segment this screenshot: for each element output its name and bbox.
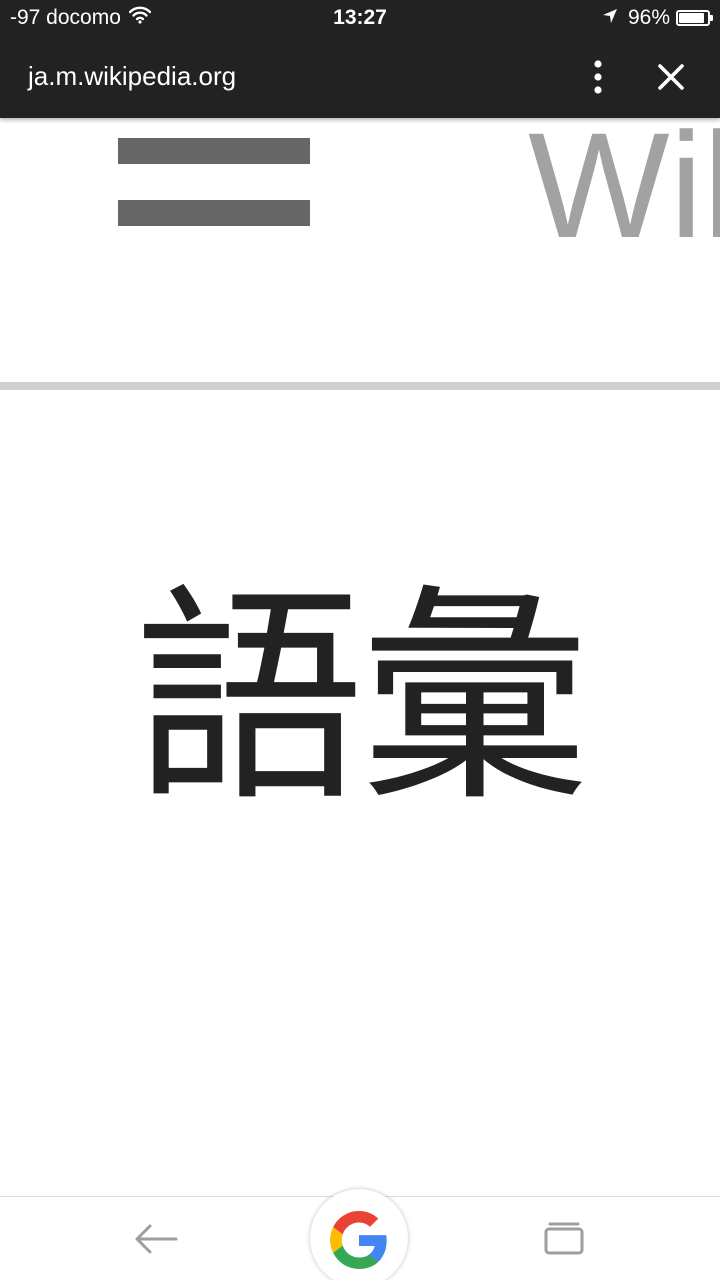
tabs-button[interactable] [540, 1219, 588, 1259]
more-menu-button[interactable] [578, 56, 618, 98]
battery-icon [676, 10, 713, 26]
battery-fill [679, 13, 704, 23]
back-button[interactable] [128, 1217, 184, 1261]
bottom-toolbar [0, 1189, 720, 1280]
browser-screen: -97 docomo 13:27 96% ja.m.wikipedia.org … [0, 0, 720, 1280]
header-divider [0, 382, 720, 390]
location-arrow-icon [602, 6, 618, 30]
url-text[interactable]: ja.m.wikipedia.org [28, 61, 236, 92]
close-button[interactable] [650, 56, 692, 98]
hamburger-menu-button[interactable] [118, 138, 310, 226]
article-title: 語彙 [133, 566, 590, 833]
close-icon [650, 64, 692, 102]
battery-nub [710, 15, 713, 21]
hamburger-bar [118, 200, 310, 226]
tabs-icon [540, 1222, 588, 1263]
url-bar: ja.m.wikipedia.org [0, 36, 720, 118]
status-bar: -97 docomo 13:27 96% [0, 0, 720, 36]
back-arrow-icon [128, 1224, 184, 1265]
page-header: Wik [0, 118, 720, 383]
status-right: 96% [602, 6, 713, 30]
battery-percent: 96% [627, 6, 670, 29]
google-search-button[interactable] [310, 1189, 408, 1280]
wikipedia-wordmark[interactable]: Wik [528, 118, 720, 260]
hamburger-bar [118, 138, 310, 164]
more-vertical-icon [578, 60, 618, 102]
